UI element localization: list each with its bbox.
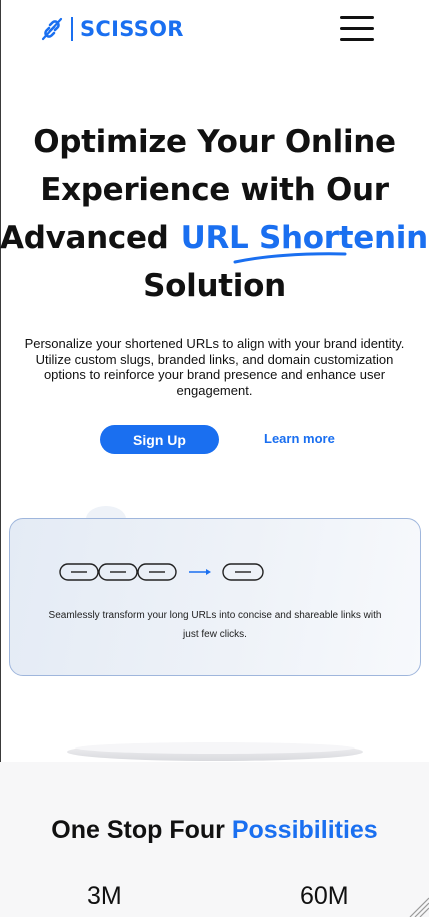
hamburger-menu-icon[interactable] — [340, 14, 374, 42]
site-header: SCISSOR — [0, 0, 429, 60]
long-chain-to-short-chain-icon — [59, 563, 264, 581]
feature-card-text: Seamlessly transform your long URLs into… — [48, 610, 382, 640]
hero-title-line-4: Solution — [143, 268, 286, 304]
hero-description: Personalize your shortened URLs to align… — [24, 336, 405, 398]
feature-card — [9, 518, 421, 676]
hero-title: Optimize Your Online Experience with Our… — [0, 118, 429, 310]
brand-name: SCISSOR — [80, 17, 184, 41]
chain-link-slash-icon — [41, 17, 63, 41]
possibilities-heading-plain: One Stop Four — [51, 816, 225, 844]
hero-title-line-1: Optimize Your Online — [33, 124, 396, 160]
learn-more-link[interactable]: Learn more — [264, 431, 335, 446]
sign-up-button[interactable]: Sign Up — [100, 425, 219, 454]
possibilities-heading-accent: Possibilities — [231, 816, 378, 844]
platform-decoration — [67, 742, 363, 761]
brand-logo[interactable]: SCISSOR — [40, 14, 184, 44]
corner-decoration — [409, 897, 429, 917]
stat-value: 3M — [87, 882, 122, 910]
hero-title-advanced: Advanced — [0, 220, 169, 256]
stat-value: 60M — [300, 882, 349, 910]
hero-title-line-2: Experience with Our — [40, 172, 389, 208]
logo-divider — [71, 17, 73, 41]
hero-title-line-3: Advanced URL Shortening — [0, 214, 429, 262]
possibilities-heading: One Stop Four Possibilities — [0, 816, 429, 845]
highlight-underline-swoosh — [233, 252, 347, 264]
